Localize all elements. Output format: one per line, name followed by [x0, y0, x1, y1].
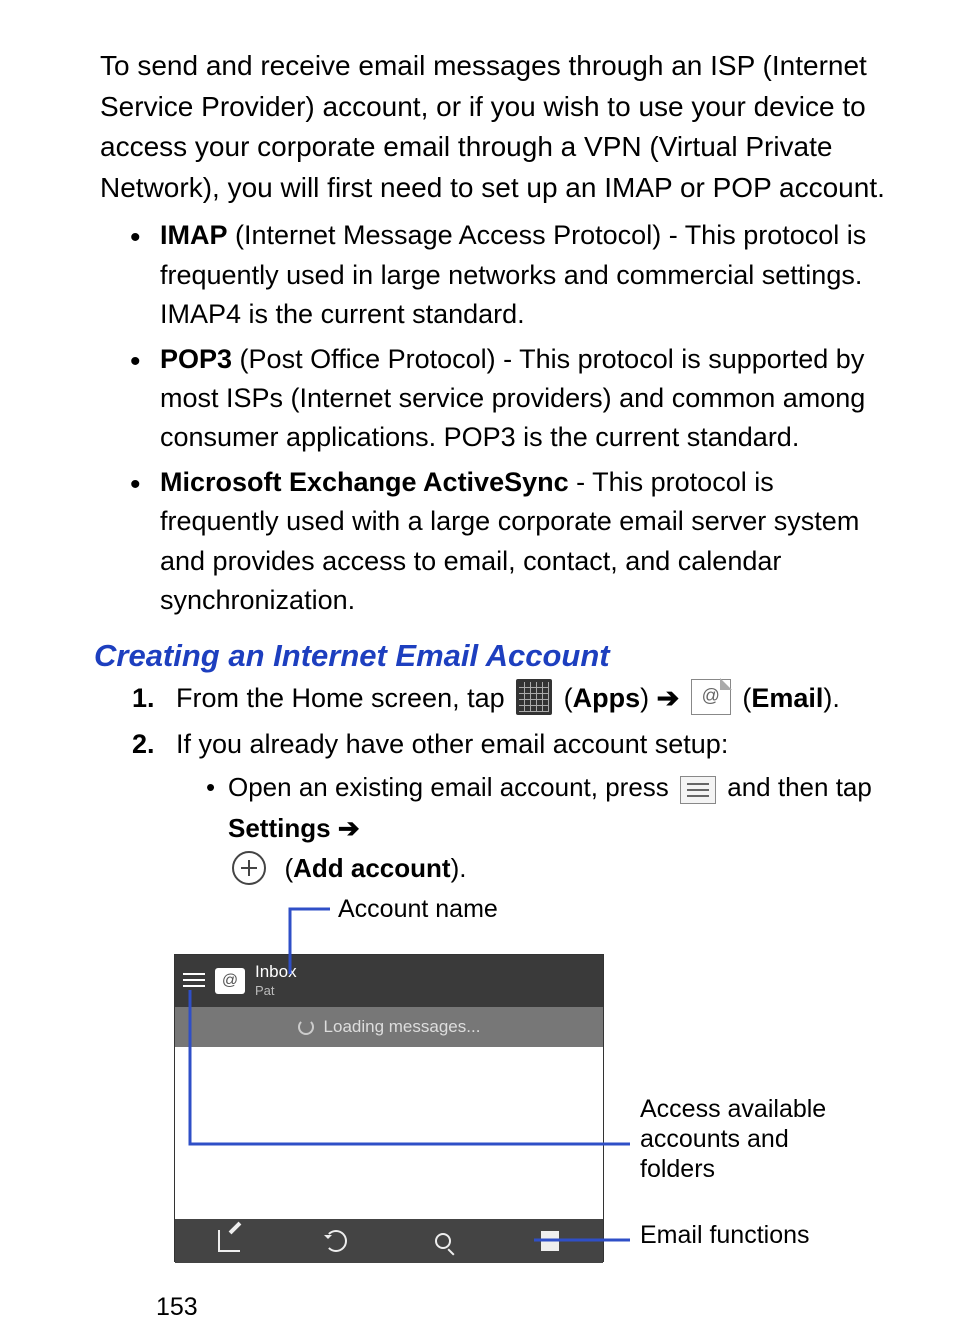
- file-icon: [541, 1231, 559, 1251]
- section-heading: Creating an Internet Email Account: [94, 638, 894, 674]
- step-number: 2.: [132, 724, 155, 766]
- email-app-screenshot: @ Inbox Pat Loading messages...: [174, 954, 604, 1262]
- settings-label: Settings: [228, 813, 331, 843]
- step-1: 1. From the Home screen, tap (Apps) ➔ (E…: [132, 678, 894, 720]
- loading-text: Loading messages...: [324, 1017, 481, 1037]
- email-app-icon: [691, 679, 731, 715]
- period: .: [832, 683, 840, 713]
- annotated-screenshot: @ Inbox Pat Loading messages... Account …: [80, 894, 860, 1289]
- step-2: 2. If you already have other email accou…: [132, 724, 894, 889]
- callout-access: Access available accounts and folders: [640, 1094, 870, 1184]
- paren: ): [451, 853, 460, 883]
- email-label: Email: [751, 683, 823, 713]
- step-number: 1.: [132, 678, 155, 720]
- email-bottombar: [175, 1219, 603, 1263]
- paren: (: [284, 853, 293, 883]
- callout-functions: Email functions: [640, 1220, 810, 1250]
- protocol-desc: (Internet Message Access Protocol) - Thi…: [160, 220, 866, 328]
- hamburger-icon: [183, 973, 205, 989]
- spinner-icon: [298, 1019, 314, 1035]
- apps-grid-icon: [516, 679, 552, 715]
- apps-label: Apps: [573, 683, 641, 713]
- paren: ): [640, 683, 649, 713]
- protocol-item: Microsoft Exchange ActiveSync - This pro…: [130, 463, 894, 620]
- sub-text: Open an existing email account, press: [228, 772, 676, 802]
- email-topbar: @ Inbox Pat: [175, 955, 603, 1007]
- intro-paragraph: To send and receive email messages throu…: [100, 46, 894, 208]
- paren: (: [564, 683, 573, 713]
- protocol-desc: (Post Office Protocol) - This protocol i…: [160, 344, 865, 452]
- compose-icon: [218, 1230, 240, 1252]
- step-text: From the Home screen, tap: [176, 683, 512, 713]
- search-icon: [435, 1233, 451, 1249]
- menu-key-icon: [680, 776, 716, 804]
- protocol-item: IMAP (Internet Message Access Protocol) …: [130, 216, 894, 333]
- protocol-term: IMAP: [160, 220, 228, 250]
- period: .: [459, 853, 466, 883]
- add-account-label: Add account: [293, 853, 450, 883]
- sub-text: and then tap: [727, 772, 872, 802]
- at-stamp-icon: @: [215, 968, 245, 994]
- account-info: Inbox Pat: [255, 963, 297, 999]
- protocol-term: Microsoft Exchange ActiveSync: [160, 467, 569, 497]
- paren: ): [823, 683, 832, 713]
- protocol-term: POP3: [160, 344, 232, 374]
- callout-account-name: Account name: [338, 894, 498, 924]
- account-name-label: Pat: [255, 983, 275, 998]
- arrow-icon: ➔: [657, 683, 687, 713]
- protocol-item: POP3 (Post Office Protocol) - This proto…: [130, 340, 894, 457]
- steps-list: 1. From the Home screen, tap (Apps) ➔ (E…: [100, 678, 894, 889]
- inbox-label: Inbox: [255, 962, 297, 981]
- loading-bar: Loading messages...: [175, 1007, 603, 1047]
- message-area: [175, 1047, 603, 1219]
- add-account-icon: [232, 851, 266, 885]
- arrow-icon: ➔: [338, 813, 360, 843]
- step-2-sub: Open an existing email account, press an…: [206, 767, 894, 888]
- refresh-icon: [325, 1230, 347, 1252]
- paren: (: [742, 683, 751, 713]
- page-number: 153: [156, 1293, 894, 1322]
- protocol-list: IMAP (Internet Message Access Protocol) …: [100, 216, 894, 619]
- step-text: If you already have other email account …: [176, 729, 728, 759]
